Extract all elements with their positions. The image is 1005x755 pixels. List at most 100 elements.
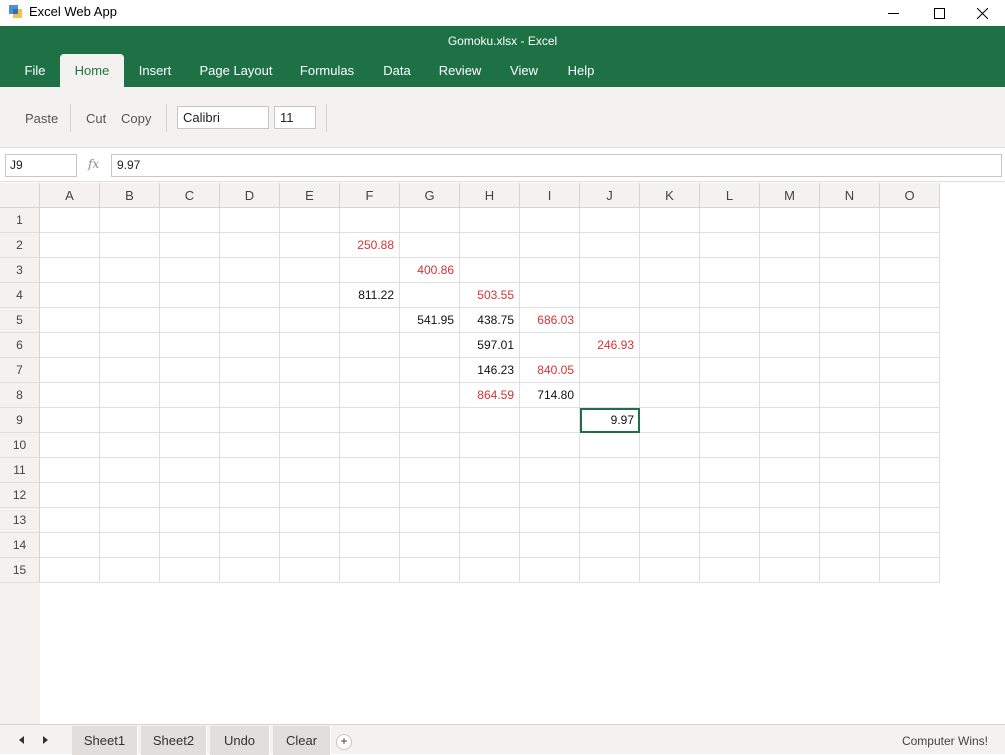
cell-g12[interactable] <box>400 483 460 508</box>
cell-f5[interactable] <box>340 308 400 333</box>
cell-c3[interactable] <box>160 258 220 283</box>
cell-a10[interactable] <box>40 433 100 458</box>
scroll-left-icon[interactable] <box>16 734 26 746</box>
cell-a9[interactable] <box>40 408 100 433</box>
cell-f8[interactable] <box>340 383 400 408</box>
cell-e1[interactable] <box>280 208 340 233</box>
cell-d11[interactable] <box>220 458 280 483</box>
cell-k8[interactable] <box>640 383 700 408</box>
cell-m5[interactable] <box>760 308 820 333</box>
cell-m8[interactable] <box>760 383 820 408</box>
cell-e2[interactable] <box>280 233 340 258</box>
cell-i12[interactable] <box>520 483 580 508</box>
cell-e7[interactable] <box>280 358 340 383</box>
cell-j6[interactable]: 246.93 <box>580 333 640 358</box>
cell-d9[interactable] <box>220 408 280 433</box>
cell-j5[interactable] <box>580 308 640 333</box>
copy-button[interactable]: Copy <box>121 111 151 126</box>
cell-j8[interactable] <box>580 383 640 408</box>
cell-o7[interactable] <box>880 358 940 383</box>
cell-k3[interactable] <box>640 258 700 283</box>
paste-button[interactable]: Paste <box>25 111 58 126</box>
column-header-c[interactable]: C <box>160 183 220 208</box>
cell-c12[interactable] <box>160 483 220 508</box>
cell-f4[interactable]: 811.22 <box>340 283 400 308</box>
cell-o12[interactable] <box>880 483 940 508</box>
cell-b13[interactable] <box>100 508 160 533</box>
cell-f10[interactable] <box>340 433 400 458</box>
cell-g14[interactable] <box>400 533 460 558</box>
cell-a7[interactable] <box>40 358 100 383</box>
cell-n9[interactable] <box>820 408 880 433</box>
cell-l13[interactable] <box>700 508 760 533</box>
cell-h6[interactable]: 597.01 <box>460 333 520 358</box>
column-header-i[interactable]: I <box>520 183 580 208</box>
cell-i14[interactable] <box>520 533 580 558</box>
cell-i7[interactable]: 840.05 <box>520 358 580 383</box>
tab-help[interactable]: Help <box>558 54 604 87</box>
cell-e9[interactable] <box>280 408 340 433</box>
cell-e10[interactable] <box>280 433 340 458</box>
close-button[interactable] <box>959 0 1005 26</box>
cell-d12[interactable] <box>220 483 280 508</box>
cell-f13[interactable] <box>340 508 400 533</box>
cell-n2[interactable] <box>820 233 880 258</box>
cell-n11[interactable] <box>820 458 880 483</box>
add-sheet-button[interactable]: + <box>336 734 352 750</box>
cell-b12[interactable] <box>100 483 160 508</box>
tab-review[interactable]: Review <box>432 54 488 87</box>
column-header-f[interactable]: F <box>340 183 400 208</box>
cell-c4[interactable] <box>160 283 220 308</box>
tab-data[interactable]: Data <box>374 54 420 87</box>
cell-d3[interactable] <box>220 258 280 283</box>
cell-m6[interactable] <box>760 333 820 358</box>
cell-k6[interactable] <box>640 333 700 358</box>
cell-k13[interactable] <box>640 508 700 533</box>
cell-l3[interactable] <box>700 258 760 283</box>
cell-j7[interactable] <box>580 358 640 383</box>
maximize-button[interactable] <box>916 0 962 26</box>
cell-o3[interactable] <box>880 258 940 283</box>
column-header-a[interactable]: A <box>40 183 100 208</box>
cell-h12[interactable] <box>460 483 520 508</box>
cell-m15[interactable] <box>760 558 820 583</box>
cell-b2[interactable] <box>100 233 160 258</box>
cell-m10[interactable] <box>760 433 820 458</box>
cell-h10[interactable] <box>460 433 520 458</box>
row-header-11[interactable]: 11 <box>0 458 40 483</box>
cell-k5[interactable] <box>640 308 700 333</box>
cell-l2[interactable] <box>700 233 760 258</box>
cell-j1[interactable] <box>580 208 640 233</box>
cell-l5[interactable] <box>700 308 760 333</box>
cell-h5[interactable]: 438.75 <box>460 308 520 333</box>
cell-f14[interactable] <box>340 533 400 558</box>
row-header-2[interactable]: 2 <box>0 233 40 258</box>
cell-m11[interactable] <box>760 458 820 483</box>
cell-o1[interactable] <box>880 208 940 233</box>
cell-n10[interactable] <box>820 433 880 458</box>
cell-o10[interactable] <box>880 433 940 458</box>
cell-n12[interactable] <box>820 483 880 508</box>
tab-page-layout[interactable]: Page Layout <box>192 54 280 87</box>
cell-d8[interactable] <box>220 383 280 408</box>
cell-d15[interactable] <box>220 558 280 583</box>
cell-h8[interactable]: 864.59 <box>460 383 520 408</box>
cell-j12[interactable] <box>580 483 640 508</box>
cell-h13[interactable] <box>460 508 520 533</box>
scroll-right-icon[interactable] <box>41 734 51 746</box>
cell-n8[interactable] <box>820 383 880 408</box>
cell-e11[interactable] <box>280 458 340 483</box>
cell-k4[interactable] <box>640 283 700 308</box>
column-header-e[interactable]: E <box>280 183 340 208</box>
row-header-13[interactable]: 13 <box>0 508 40 533</box>
row-header-3[interactable]: 3 <box>0 258 40 283</box>
cell-c10[interactable] <box>160 433 220 458</box>
cell-g2[interactable] <box>400 233 460 258</box>
column-header-m[interactable]: M <box>760 183 820 208</box>
row-header-7[interactable]: 7 <box>0 358 40 383</box>
cell-k2[interactable] <box>640 233 700 258</box>
cell-n7[interactable] <box>820 358 880 383</box>
cell-b6[interactable] <box>100 333 160 358</box>
cell-h11[interactable] <box>460 458 520 483</box>
formula-input[interactable]: 9.97 <box>111 154 1002 177</box>
